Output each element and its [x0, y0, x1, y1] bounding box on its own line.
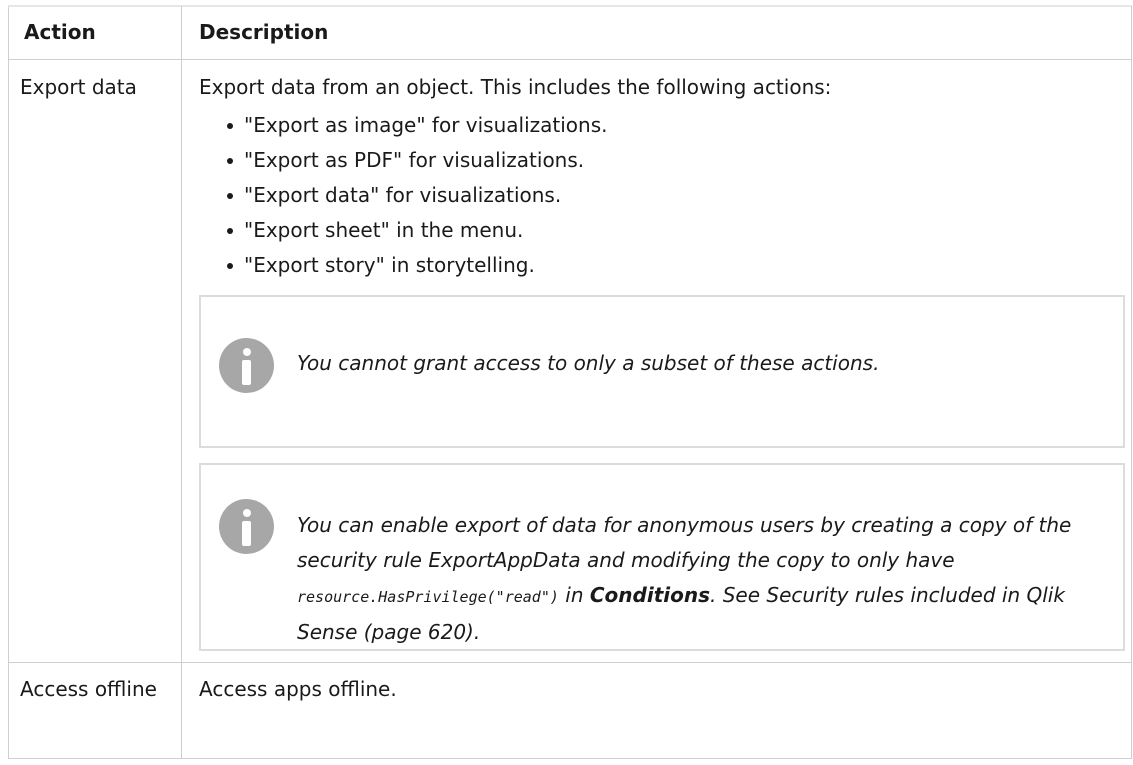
info-icon — [219, 499, 274, 554]
note-box: You can enable export of data for anonym… — [199, 463, 1125, 651]
description-text: Access apps offline. — [199, 677, 397, 701]
list-item-text: "Export sheet" in the menu. — [244, 218, 524, 242]
info-icon — [219, 338, 274, 393]
note-text: You cannot grant access to only a subset… — [297, 351, 880, 375]
bullet-icon — [227, 158, 233, 164]
list-item: "Export story" in storytelling. — [199, 248, 1120, 283]
list-item: "Export as image" for visualizations. — [199, 108, 1120, 143]
description-intro: Export data from an object. This include… — [199, 75, 832, 99]
privileges-table: Action Description Export data Export da… — [8, 6, 1132, 759]
action-label: Access offline — [20, 677, 157, 701]
action-list: "Export as image" for visualizations. "E… — [199, 108, 1120, 283]
table-row: Access offline Access apps offline. — [8, 662, 1132, 759]
bullet-icon — [227, 193, 233, 199]
table-header-row: Action Description — [8, 6, 1132, 60]
bullet-icon — [227, 228, 233, 234]
list-item: "Export data" for visualizations. — [199, 178, 1120, 213]
action-cell: Access offline — [8, 662, 182, 759]
header-action: Action — [8, 6, 182, 60]
list-item-text: "Export as PDF" for visualizations. — [244, 148, 585, 172]
list-item: "Export as PDF" for visualizations. — [199, 143, 1120, 178]
list-item-text: "Export as image" for visualizations. — [244, 113, 608, 137]
list-item-text: "Export story" in storytelling. — [244, 253, 535, 277]
list-item-text: "Export data" for visualizations. — [244, 183, 562, 207]
action-label: Export data — [20, 75, 137, 99]
description-cell: Export data from an object. This include… — [181, 59, 1132, 663]
list-item: "Export sheet" in the menu. — [199, 213, 1120, 248]
header-description: Description — [181, 6, 1132, 60]
action-cell: Export data — [8, 59, 182, 663]
note-box: You cannot grant access to only a subset… — [199, 295, 1125, 448]
conditions-label: Conditions — [589, 583, 710, 607]
note-text-part: in — [558, 583, 590, 607]
table-row: Export data Export data from an object. … — [8, 59, 1132, 663]
description-cell: Access apps offline. — [181, 662, 1132, 759]
note-text-part: You can enable export of data for anonym… — [297, 513, 1072, 572]
code-snippet: resource.HasPrivilege("read") — [297, 588, 559, 606]
bullet-icon — [227, 263, 233, 269]
note-text: You can enable export of data for anonym… — [297, 508, 1103, 650]
bullet-icon — [227, 123, 233, 129]
